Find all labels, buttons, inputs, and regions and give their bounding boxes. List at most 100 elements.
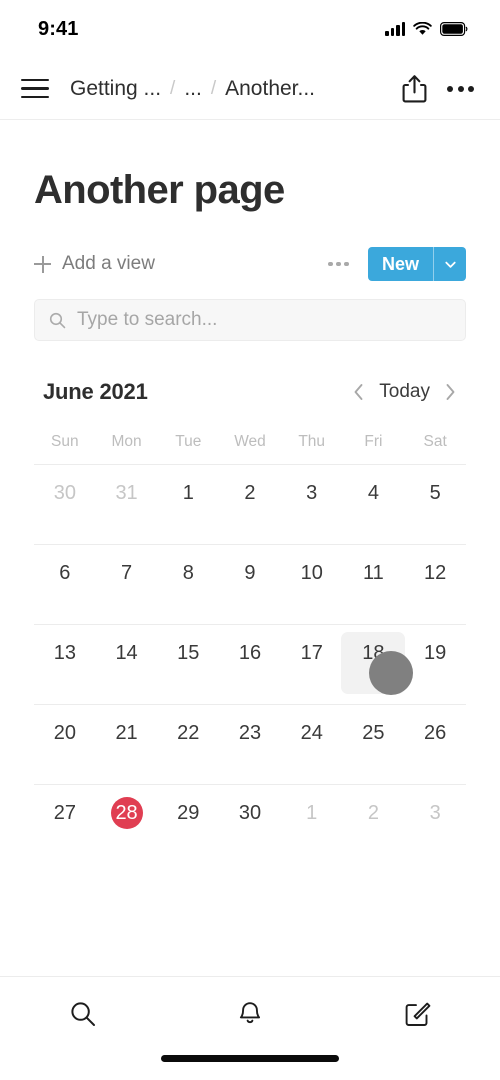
calendar-day-16[interactable]: 16 [219,625,281,704]
calendar-day-20[interactable]: 20 [34,705,96,784]
calendar-day-7[interactable]: 7 [96,545,158,624]
search-icon [49,312,66,328]
chevron-left-icon[interactable] [352,382,365,402]
calendar-day-19[interactable]: 19 [404,625,466,704]
share-icon[interactable] [402,74,427,103]
calendar-day-27[interactable]: 27 [34,785,96,864]
calendar-weekday-fri: Fri [364,433,383,450]
calendar: June 2021 Today Sun Mon Tue Wed Thu Fri Sat 30… [34,375,466,864]
calendar-day-number: 23 [238,722,262,744]
calendar-day-17[interactable]: 17 [281,625,343,704]
calendar-day-21[interactable]: 21 [96,705,158,784]
calendar-day-number: 15 [177,642,200,664]
calendar-day-number: 27 [53,802,76,824]
home-indicator [161,1055,339,1062]
today-button[interactable]: Today [379,381,430,403]
calendar-day-25[interactable]: 25 [343,705,405,784]
calendar-day-13[interactable]: 13 [34,625,96,704]
calendar-day-1[interactable]: 1 [157,465,219,544]
calendar-day-30[interactable]: 30 [219,785,281,864]
view-row-actions: New [328,247,466,281]
calendar-day-number: 22 [177,722,200,744]
calendar-day-14[interactable]: 14 [96,625,158,704]
calendar-day-5[interactable]: 5 [404,465,466,544]
calendar-day-18[interactable]: 18 [343,625,405,704]
calendar-day-number: 20 [53,722,76,744]
breadcrumb-item-1[interactable]: ... [184,77,202,101]
calendar-day-number: 6 [59,562,71,584]
search-box[interactable] [34,299,466,341]
breadcrumb-item-0[interactable]: Getting ... [70,77,161,101]
calendar-day-number: 4 [367,482,379,504]
new-button[interactable]: New [367,247,466,281]
calendar-week-row: 20 21 22 23 24 25 26 [34,704,466,784]
calendar-day-number: 17 [300,642,323,664]
status-bar-icons [385,22,468,36]
search-input[interactable] [77,309,451,331]
calendar-navigation: Today [352,381,457,403]
calendar-day-number: 13 [53,642,76,664]
calendar-weekday-sun: Sun [51,433,79,450]
calendar-day-8[interactable]: 8 [157,545,219,624]
calendar-day-11[interactable]: 11 [343,545,405,624]
breadcrumb: Getting ... / ... / Another... [70,77,402,101]
new-button-dropdown[interactable] [433,247,466,281]
wifi-icon [413,22,432,35]
calendar-day-2-adjacent[interactable]: 2 [343,785,405,864]
calendar-day-number: 30 [53,482,76,504]
calendar-day-29[interactable]: 29 [157,785,219,864]
battery-icon [440,22,468,36]
view-options-more-icon[interactable] [328,261,349,267]
tab-compose[interactable] [333,999,500,1029]
calendar-day-15[interactable]: 15 [157,625,219,704]
calendar-day-10[interactable]: 10 [281,545,343,624]
bell-icon [239,1002,261,1024]
calendar-day-3-adjacent[interactable]: 3 [404,785,466,864]
chevron-down-icon [444,261,456,268]
calendar-weekday-wed: Wed [234,433,266,450]
breadcrumb-item-2[interactable]: Another... [225,77,315,101]
calendar-day-4[interactable]: 4 [343,465,405,544]
calendar-day-number: 1 [306,802,318,824]
calendar-day-1-adjacent[interactable]: 1 [281,785,343,864]
calendar-day-23[interactable]: 23 [219,705,281,784]
calendar-weekday-sat: Sat [423,433,447,450]
tab-search[interactable] [0,999,167,1029]
tab-notifications[interactable] [167,999,334,1029]
calendar-day-number: 10 [300,562,323,584]
calendar-day-26[interactable]: 26 [404,705,466,784]
calendar-day-number: 1 [182,482,194,504]
calendar-day-9[interactable]: 9 [219,545,281,624]
calendar-day-number: 16 [238,642,262,664]
calendar-day-31-adjacent[interactable]: 31 [96,465,158,544]
calendar-day-number: 11 [363,562,384,584]
calendar-day-number: 31 [115,482,138,504]
search-icon [71,1002,96,1026]
page-body: Another page Add a view New Type to sear… [0,168,500,864]
chevron-right-icon[interactable] [444,382,457,402]
page-title: Another page [34,168,285,212]
bottom-tab-bar [0,976,500,1080]
calendar-day-2[interactable]: 2 [219,465,281,544]
calendar-month-label: June 2021 [43,379,148,404]
calendar-week-row: 27 28 29 30 1 2 3 [34,784,466,864]
calendar-day-28[interactable]: 28 [96,785,158,864]
status-bar: 9:41 [0,0,500,58]
add-view-label: Add a view [62,253,155,274]
calendar-weekday-tue: Tue [175,433,202,450]
calendar-weekday-header: Sun Mon Tue Wed Thu Fri Sat [34,433,466,464]
hamburger-menu-icon[interactable] [18,72,52,106]
calendar-day-22[interactable]: 22 [157,705,219,784]
new-button-label[interactable]: New [368,247,433,281]
calendar-day-number: 3 [429,802,441,824]
calendar-day-number: 21 [115,722,138,744]
calendar-day-6[interactable]: 6 [34,545,96,624]
more-horizontal-icon[interactable] [447,85,474,92]
calendar-day-30-adjacent[interactable]: 30 [34,465,96,544]
calendar-day-3[interactable]: 3 [281,465,343,544]
calendar-day-12[interactable]: 12 [404,545,466,624]
calendar-day-number: 29 [177,802,200,824]
calendar-day-24[interactable]: 24 [281,705,343,784]
add-view-button[interactable]: Add a view [34,253,155,275]
breadcrumb-separator: / [170,77,176,99]
